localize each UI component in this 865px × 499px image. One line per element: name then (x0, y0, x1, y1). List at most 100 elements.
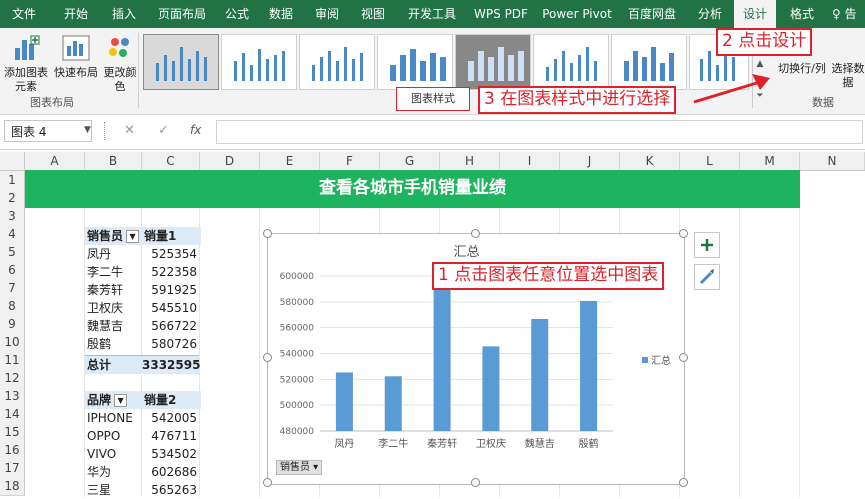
tab-developer[interactable]: 开发工具 (404, 0, 460, 28)
row-header-10[interactable]: 10 (0, 333, 25, 352)
column-header-K[interactable]: K (620, 152, 680, 171)
row-header-14[interactable]: 14 (0, 405, 25, 424)
ribbon-tab-bar: 文件 开始 插入 页面布局 公式 数据 审阅 视图 开发工具 WPS PDF P… (0, 0, 865, 28)
row-header-16[interactable]: 16 (0, 441, 25, 460)
pivot2-row-name: IPHONE (87, 411, 133, 425)
pivot2-header-sales: 销量2 (142, 391, 201, 409)
group-divider (138, 32, 139, 108)
select-data-button[interactable]: 选择数据 (828, 48, 865, 90)
quick-layout-button[interactable]: 快速布局 (54, 34, 98, 80)
row-header-3[interactable]: 3 (0, 207, 25, 226)
row-header-18[interactable]: 18 (0, 477, 25, 496)
column-header-G[interactable]: G (380, 152, 440, 171)
tab-home[interactable]: 开始 (56, 0, 96, 28)
chart-style-1[interactable] (143, 34, 219, 90)
tab-tell-me[interactable]: ♀ 告 (832, 0, 865, 28)
name-box-dropdown-icon[interactable]: ▼ (84, 125, 91, 135)
pivot1-header-salesperson[interactable]: 销售员 ▼ (85, 227, 142, 245)
column-header-B[interactable]: B (85, 152, 142, 171)
resize-handle[interactable] (471, 478, 480, 487)
resize-handle[interactable] (679, 353, 688, 362)
column-header-I[interactable]: I (500, 152, 560, 171)
row-header-6[interactable]: 6 (0, 261, 25, 280)
chart-style-3[interactable] (299, 34, 375, 90)
select-all-corner[interactable] (0, 152, 25, 171)
pivot1-row-value: 522358 (151, 265, 197, 279)
chart-bar (335, 372, 353, 431)
chart-style-6[interactable] (533, 34, 609, 90)
row-header-1[interactable]: 1 (0, 171, 25, 190)
y-tick-label: 600000 (280, 272, 315, 282)
pivot2-row-value: 602686 (151, 465, 197, 479)
chart-style-5[interactable] (455, 34, 531, 90)
resize-handle[interactable] (679, 478, 688, 487)
row-header-17[interactable]: 17 (0, 459, 25, 478)
formula-input[interactable] (216, 120, 863, 144)
column-header-A[interactable]: A (25, 152, 85, 171)
tab-view[interactable]: 视图 (356, 0, 390, 28)
filter-dropdown-icon[interactable]: ▼ (114, 394, 128, 407)
legend-swatch (642, 357, 648, 363)
field-button-label: 销售员 (280, 462, 310, 473)
column-header-D[interactable]: D (200, 152, 260, 171)
column-header-M[interactable]: M (740, 152, 800, 171)
row-header-9[interactable]: 9 (0, 315, 25, 334)
add-chart-element-button[interactable]: 添加图表元素 (4, 34, 48, 94)
tab-design[interactable]: 设计 (734, 0, 776, 28)
tab-page-layout[interactable]: 页面布局 (150, 0, 214, 28)
column-header-J[interactable]: J (560, 152, 620, 171)
chart-style-4[interactable] (377, 34, 453, 90)
quick-layout-label: 快速布局 (54, 66, 98, 79)
annotation-step2: 2 点击设计 (716, 28, 813, 56)
tab-power-pivot[interactable]: Power Pivot (542, 0, 612, 28)
tab-review[interactable]: 审阅 (310, 0, 344, 28)
resize-handle[interactable] (471, 229, 480, 238)
change-colors-button[interactable]: 更改颜色 (102, 34, 138, 94)
pivot2-header-brand[interactable]: 品牌 ▼ (85, 391, 142, 409)
column-header-N[interactable]: N (800, 152, 865, 171)
pivot1-row-name: 魏慧吉 (87, 319, 124, 333)
resize-handle[interactable] (263, 478, 272, 487)
column-header-L[interactable]: L (680, 152, 740, 171)
column-header-E[interactable]: E (260, 152, 320, 171)
pivot1-row-name: 秦芳轩 (87, 283, 124, 297)
tab-analyze[interactable]: 分析 (690, 0, 730, 28)
cancel-icon[interactable]: ✕ (124, 123, 135, 138)
confirm-icon[interactable]: ✓ (158, 123, 169, 138)
resize-handle[interactable] (679, 229, 688, 238)
chart-styles-button[interactable] (694, 264, 720, 290)
chart-bar (433, 286, 451, 431)
row-header-4[interactable]: 4 (0, 225, 25, 244)
field-button-salesperson[interactable]: 销售员 ▾ (276, 460, 323, 475)
filter-dropdown-icon[interactable]: ▼ (126, 230, 140, 243)
row-header-12[interactable]: 12 (0, 369, 25, 388)
row-header-5[interactable]: 5 (0, 243, 25, 262)
pivot2-row-name: VIVO (87, 447, 117, 461)
y-tick-label: 580000 (280, 298, 315, 308)
resize-handle[interactable] (263, 353, 272, 362)
row-header-11[interactable]: 11 (0, 351, 25, 370)
row-header-7[interactable]: 7 (0, 279, 25, 298)
chart-style-2[interactable] (221, 34, 297, 90)
chart-elements-button[interactable] (694, 232, 720, 258)
column-header-C[interactable]: C (142, 152, 200, 171)
column-header-F[interactable]: F (320, 152, 380, 171)
tab-file[interactable]: 文件 (6, 0, 42, 28)
tab-format[interactable]: 格式 (782, 0, 822, 28)
chart-style-7[interactable] (611, 34, 687, 90)
tab-formulas[interactable]: 公式 (220, 0, 254, 28)
row-header-2[interactable]: 2 (0, 189, 25, 208)
tab-insert[interactable]: 插入 (104, 0, 144, 28)
row-header-13[interactable]: 13 (0, 387, 25, 406)
fx-icon[interactable]: fx (190, 123, 201, 137)
column-header-H[interactable]: H (440, 152, 500, 171)
pivot1-row-name: 李二牛 (87, 265, 124, 279)
resize-handle[interactable] (263, 229, 272, 238)
row-header-8[interactable]: 8 (0, 297, 25, 316)
name-box[interactable]: 图表 4 (4, 120, 92, 142)
tab-baidu-netdisk[interactable]: 百度网盘 (626, 0, 678, 28)
tab-wps-pdf[interactable]: WPS PDF (470, 0, 532, 28)
brush-icon (699, 269, 714, 285)
row-header-15[interactable]: 15 (0, 423, 25, 442)
tab-data[interactable]: 数据 (264, 0, 298, 28)
